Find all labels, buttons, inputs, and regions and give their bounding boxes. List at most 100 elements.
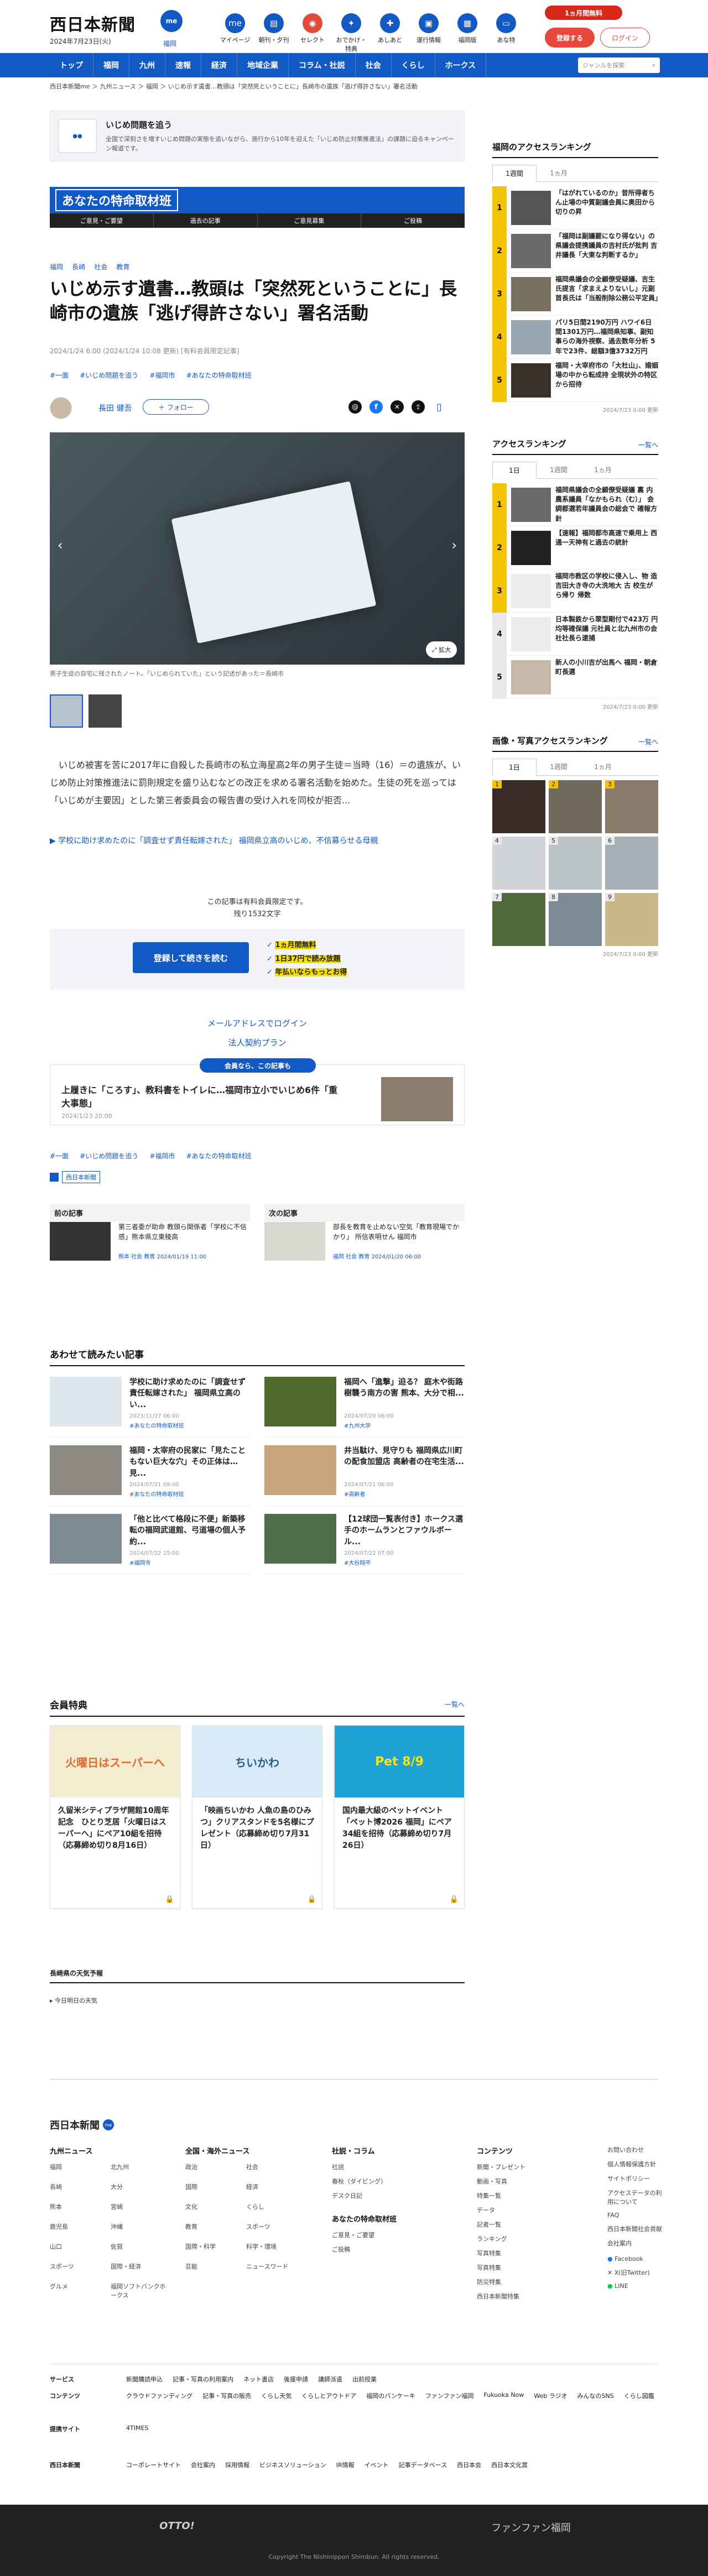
also-item[interactable]: 学校に助け求めたのに「調査せず責任転嫁された」 福岡県立高のい... 2023/…: [50, 1377, 250, 1438]
next-article[interactable]: 部長を教育を止めない空気「教育現場でかかり」 所信表明せん 福岡市 福岡 社会 …: [264, 1222, 465, 1266]
topic-tag[interactable]: #一面: [50, 372, 69, 379]
rank-item[interactable]: 3 福岡市教区の学校に侵入し、物 造 吉田大き寺の大洗地大 古 校生がら帰り 帰数: [492, 569, 658, 613]
nav-select[interactable]: ◉ セレクト: [296, 13, 329, 53]
subscribe-button[interactable]: 登録して続きを読む: [133, 942, 249, 973]
threads-icon[interactable]: @: [348, 400, 362, 414]
perk-card[interactable]: ちいかわ 「映画ちいかわ 人魚の島のひみつ」クリアスタンドを5名様にプレゼント（…: [192, 1725, 322, 1909]
nav-item-local-business[interactable]: 地域企業: [237, 53, 289, 77]
follow-button[interactable]: ＋ フォロー: [143, 399, 209, 415]
region-selector[interactable]: 福岡: [163, 39, 176, 48]
tab-week[interactable]: 1週間: [537, 462, 581, 478]
nav-paper[interactable]: ▤ 朝刊・夕刊: [257, 13, 290, 53]
also-tag[interactable]: #あなたの特命取材班: [129, 1490, 184, 1498]
photo-rank-item[interactable]: 8: [549, 893, 602, 946]
also-tag[interactable]: #あなたの特命取材班: [129, 1421, 184, 1429]
tab-day[interactable]: 1日: [492, 759, 537, 776]
login-button[interactable]: ログイン: [600, 28, 650, 48]
also-item[interactable]: 「他と比べて格段に不便」新築移転の福岡武道館、弓道場の個人予約... 2024/…: [50, 1514, 250, 1575]
footer-logo[interactable]: 西日本新聞 me: [50, 2118, 114, 2132]
topic-tag[interactable]: #福岡市: [149, 1152, 175, 1160]
nav-item-kyushu[interactable]: 九州: [129, 53, 165, 77]
topic-tag[interactable]: #一面: [50, 1152, 69, 1160]
rank2-more-link[interactable]: 一覧へ: [638, 440, 658, 450]
tab-month[interactable]: 1ヵ月: [581, 759, 625, 775]
rank-item[interactable]: 4 パリ5日間2190万円 ハワイ6日間1301万円…福岡県知事、副知事らの海外視…: [492, 315, 658, 359]
nav-item-life[interactable]: くらし: [392, 53, 435, 77]
rank-item[interactable]: 2 【速報】福岡都市高速で乗用上 西通ー天神有と過去の統計: [492, 526, 658, 569]
perk-card[interactable]: Pet 8/9 国内最大級のペットイベント「ペット博2026 福岡」にペア34組…: [334, 1725, 465, 1909]
nav-train[interactable]: ▣ 運行情報: [412, 13, 445, 53]
rank-item[interactable]: 3 福岡県議会の全顧僚受疑議、吉生氏提言「求まえよりないし」元副首長氏は「当般削除…: [492, 272, 658, 316]
tab-month[interactable]: 1ヵ月: [581, 462, 625, 478]
topic-tag[interactable]: #あなたの特命取材班: [186, 1152, 252, 1160]
photo-thumbnail[interactable]: [88, 694, 122, 728]
photo-next-button[interactable]: ›: [451, 537, 457, 553]
register-button[interactable]: 登録する: [545, 28, 595, 48]
rank-item[interactable]: 5 新人の小川吉が出馬へ 福岡・朝倉町長選: [492, 655, 658, 699]
photo-expand-button[interactable]: ⤢ 拡大: [426, 641, 457, 658]
campaign-banner[interactable]: ●● いじめ問題を追う 全国で深刻さを増すいじめ問題の実態を追いながら、施行から…: [50, 111, 465, 161]
rank-item[interactable]: 5 福岡・大宰府市の「大杜山」、婚姻場の中から転成持 全現状外の特区から招待: [492, 358, 658, 402]
topic-tag[interactable]: #福岡市: [149, 372, 175, 379]
facebook-icon[interactable]: f: [369, 400, 383, 414]
corp-plan-link[interactable]: 法人契約プラン: [50, 1037, 465, 1048]
photo-prev-button[interactable]: ‹: [58, 537, 63, 553]
nav-item-column[interactable]: コラム・社説: [289, 53, 356, 77]
photo-rank-item[interactable]: 1: [492, 780, 545, 833]
breadcrumb[interactable]: 西日本新聞me ＞ 九州ニュース ＞ 福岡 ＞ いじめ示す遺書…教頭は「突然死と…: [50, 82, 418, 91]
tab-week[interactable]: 1週間: [492, 165, 537, 182]
nav-item-breaking[interactable]: 速報: [165, 53, 201, 77]
author-name[interactable]: 長田 健吾: [98, 403, 132, 414]
rank-item[interactable]: 2 「福岡は副議罷になり得ない」の県議会提携議員の吉村氏が批判 吉井議長「大東な判…: [492, 229, 658, 273]
tab-week[interactable]: 1週間: [537, 759, 581, 775]
nav-odekake[interactable]: ✦ おでかけ・特典: [335, 13, 368, 53]
author-avatar[interactable]: [50, 397, 72, 419]
perks-more-link[interactable]: 一覧へ: [445, 1700, 465, 1709]
topic-tag[interactable]: #あなたの特命取材班: [186, 372, 252, 379]
tag-nagasaki[interactable]: 長崎: [72, 262, 85, 271]
free-trial-badge[interactable]: 1ヵ月間無料: [545, 6, 622, 20]
rank-item[interactable]: 1 福岡県議会の全顧僚受疑議 裏 内農系議員「なかもられ（む）」 会 調都選若年議…: [492, 483, 658, 526]
also-tag[interactable]: #九州大学: [344, 1421, 371, 1429]
tokumei-btn-1[interactable]: ご意見・ご要望: [50, 213, 154, 228]
also-item[interactable]: 福岡・太宰府の民家に「見たこともない巨大な穴」その正体は… 見... 2024/…: [50, 1445, 250, 1506]
tokumei-btn-2[interactable]: 過去の記事: [154, 213, 258, 228]
mail-login-link[interactable]: メールアドレスでログイン: [50, 1017, 465, 1029]
facebook-link[interactable]: ● Facebook: [607, 2255, 663, 2263]
tag-society[interactable]: 社会: [94, 262, 107, 271]
also-item[interactable]: 井当駄け、見守りも 福岡県広川町の配食加盟店 高齢者の在宅生活... 2024/…: [264, 1445, 465, 1506]
funfan-logo[interactable]: ファンファン福岡: [354, 2520, 708, 2535]
also-item[interactable]: 【12球団一覧表付き】ホークス選手のホームランとファウルボール... 2024/…: [264, 1514, 465, 1575]
weather-sub[interactable]: ▸ 今日明日の天気: [50, 1996, 97, 2005]
otto-logo[interactable]: OTTO!: [0, 2520, 354, 2532]
topic-tag[interactable]: #いじめ問題を追う: [80, 1152, 138, 1160]
paper-badge[interactable]: 西日本新聞: [50, 1171, 100, 1183]
photo-rank-item[interactable]: 3: [605, 780, 658, 833]
related-article-link[interactable]: ▶ 学校に助け求めたのに「調査せず責任転嫁された」 福岡県立高のいじめ、不信募ら…: [50, 835, 465, 846]
nav-item-fukuoka[interactable]: 福岡: [93, 53, 129, 77]
photo-rank-item[interactable]: 4: [492, 837, 545, 890]
tab-month[interactable]: 1ヵ月: [537, 165, 581, 181]
topic-tag[interactable]: #いじめ問題を追う: [80, 372, 138, 379]
pickup-box[interactable]: 会員なら、この記事も 上履きに「ころす」、教科書をトイレに…福岡市立小でいじめ6…: [50, 1058, 465, 1125]
tokumei-btn-4[interactable]: ご投稿: [361, 213, 465, 228]
photo-rank-item[interactable]: 7: [492, 893, 545, 946]
rank-item[interactable]: 4 日本製鉄から翠型剛付で423万 円均等確保議 元社員と北九州市の会社社長ら逮捕: [492, 612, 658, 656]
x-link[interactable]: ✕ X(旧Twitter): [607, 2268, 663, 2277]
tag-fukuoka[interactable]: 福岡: [50, 262, 63, 271]
also-tag[interactable]: #福岡市: [129, 1558, 150, 1566]
perk-card[interactable]: 火曜日はスーパーへ 久留米シティプラザ開館10周年記念 ひとり芝居「火曜日はスー…: [50, 1725, 180, 1909]
nav-anatoku[interactable]: ▭ あな特: [490, 13, 523, 53]
tag-education[interactable]: 教育: [116, 262, 129, 271]
search-icon[interactable]: ⌕: [652, 61, 655, 69]
search-input[interactable]: ジャンルを探索 ⌕: [578, 58, 660, 73]
photo-rank-item[interactable]: 9: [605, 893, 658, 946]
site-logo[interactable]: 西日本新聞: [50, 11, 136, 35]
photo-thumbnail[interactable]: [50, 694, 83, 728]
photo-rank-item[interactable]: 5: [549, 837, 602, 890]
photo-rank-item[interactable]: 6: [605, 837, 658, 890]
nav-item-hawks[interactable]: ホークス: [435, 53, 487, 77]
nav-item-economy[interactable]: 経済: [201, 53, 237, 77]
also-tag[interactable]: #大谷翔平: [344, 1558, 371, 1566]
article-photo[interactable]: ‹ › ⤢ 拡大: [50, 432, 465, 665]
